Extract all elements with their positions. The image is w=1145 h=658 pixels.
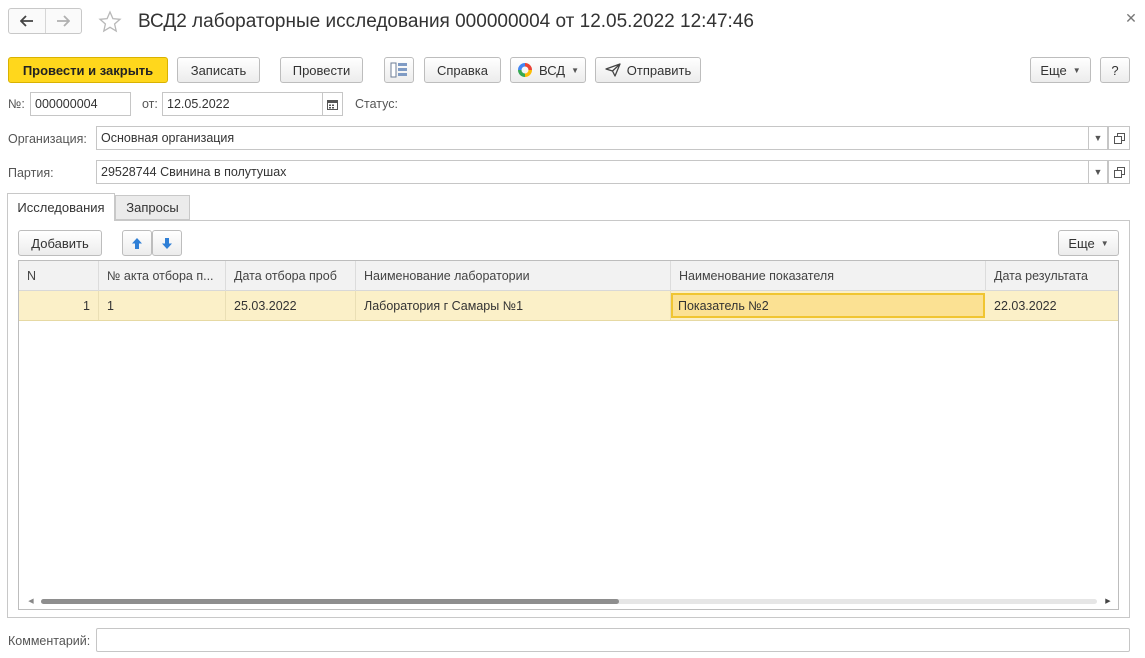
chevron-down-icon: ▼ bbox=[571, 65, 580, 75]
structure-button[interactable] bbox=[384, 57, 414, 83]
indicator-name-cell[interactable]: Показатель №2 bbox=[671, 293, 985, 318]
batch-dropdown-button[interactable]: ▼ bbox=[1088, 160, 1108, 184]
batch-label: Партия: bbox=[8, 166, 54, 180]
scroll-right-icon[interactable]: ▶ bbox=[1102, 595, 1114, 607]
table-row[interactable]: 1 1 25.03.2022 Лаборатория г Самары №1 П… bbox=[19, 291, 1118, 321]
save-button[interactable]: Записать bbox=[177, 57, 260, 83]
arrow-down-icon bbox=[162, 237, 172, 249]
laboratory-name-cell[interactable]: Лаборатория г Самары №1 bbox=[356, 291, 671, 320]
chevron-down-icon: ▼ bbox=[1100, 238, 1109, 248]
document-structure-icon bbox=[390, 62, 407, 78]
more-label: Еще bbox=[1040, 62, 1067, 78]
send-label: Отправить bbox=[626, 62, 692, 78]
arrow-right-icon bbox=[57, 15, 71, 27]
table-header: N № акта отбора п... Дата отбора проб На… bbox=[19, 261, 1118, 291]
number-label: №: bbox=[8, 97, 25, 111]
vsd-label: ВСД bbox=[538, 62, 566, 78]
table-more-label: Еще bbox=[1068, 235, 1095, 251]
scroll-track[interactable] bbox=[41, 599, 1097, 604]
column-header[interactable]: Наименование лаборатории bbox=[356, 261, 671, 291]
organization-open-button[interactable] bbox=[1108, 126, 1130, 150]
column-header[interactable]: № акта отбора п... bbox=[99, 261, 226, 291]
open-window-icon bbox=[1113, 166, 1125, 178]
row-number-cell[interactable]: 1 bbox=[19, 291, 99, 320]
chevron-down-icon: ▼ bbox=[1093, 133, 1103, 143]
column-header[interactable]: Дата отбора проб bbox=[226, 261, 356, 291]
close-button[interactable]: ✕ bbox=[1122, 8, 1140, 28]
arrow-left-icon bbox=[19, 15, 33, 27]
organization-dropdown-button[interactable]: ▼ bbox=[1088, 126, 1108, 150]
table-more-button[interactable]: Еще ▼ bbox=[1058, 230, 1119, 256]
star-icon bbox=[98, 10, 122, 33]
arrow-up-icon bbox=[132, 237, 142, 249]
organization-label: Организация: bbox=[8, 132, 87, 146]
number-input[interactable]: 000000004 bbox=[30, 92, 131, 116]
open-window-icon bbox=[1113, 132, 1125, 144]
column-header[interactable]: Дата результата bbox=[986, 261, 1118, 291]
batch-input[interactable]: 29528744 Свинина в полутушах bbox=[96, 160, 1089, 184]
move-up-button[interactable] bbox=[122, 230, 152, 256]
add-button[interactable]: Добавить bbox=[18, 230, 102, 256]
date-input[interactable]: 12.05.2022 bbox=[162, 92, 323, 116]
vsd-menu-button[interactable]: ВСД ▼ bbox=[510, 57, 586, 83]
comment-label: Комментарий: bbox=[8, 634, 91, 648]
tab-requests[interactable]: Запросы bbox=[115, 195, 190, 220]
send-button[interactable]: Отправить bbox=[595, 57, 701, 83]
horizontal-scrollbar[interactable]: ◀ ▶ bbox=[19, 593, 1118, 609]
forward-button[interactable] bbox=[44, 9, 82, 33]
scroll-thumb[interactable] bbox=[41, 599, 619, 604]
post-button[interactable]: Провести bbox=[280, 57, 363, 83]
column-header[interactable]: N bbox=[19, 261, 99, 291]
chevron-down-icon: ▼ bbox=[1072, 65, 1081, 75]
status-label: Статус: bbox=[355, 97, 398, 111]
more-actions-button[interactable]: Еще ▼ bbox=[1030, 57, 1091, 83]
help-button[interactable]: Справка bbox=[424, 57, 501, 83]
batch-open-button[interactable] bbox=[1108, 160, 1130, 184]
navigation-buttons bbox=[8, 8, 82, 34]
help-question-button[interactable]: ? bbox=[1100, 57, 1130, 83]
paper-plane-icon bbox=[605, 63, 621, 77]
chevron-down-icon: ▼ bbox=[1093, 167, 1103, 177]
scroll-left-icon[interactable]: ◀ bbox=[25, 595, 37, 607]
vsd-logo-icon bbox=[517, 63, 532, 77]
back-button[interactable] bbox=[9, 9, 45, 33]
calendar-icon bbox=[327, 99, 338, 110]
column-header[interactable]: Наименование показателя bbox=[671, 261, 986, 291]
act-number-cell[interactable]: 1 bbox=[99, 291, 226, 320]
close-icon: ✕ bbox=[1125, 9, 1137, 26]
tab-research[interactable]: Исследования bbox=[7, 193, 115, 221]
organization-input[interactable]: Основная организация bbox=[96, 126, 1089, 150]
post-and-close-button[interactable]: Провести и закрыть bbox=[8, 57, 168, 83]
move-down-button[interactable] bbox=[152, 230, 182, 256]
research-table: N № акта отбора п... Дата отбора проб На… bbox=[18, 260, 1119, 610]
favorite-button[interactable] bbox=[97, 8, 123, 36]
date-label: от: bbox=[142, 97, 158, 111]
page-title: ВСД2 лабораторные исследования 000000004… bbox=[138, 11, 754, 32]
result-date-cell[interactable]: 22.03.2022 bbox=[986, 291, 1118, 320]
sampling-date-cell[interactable]: 25.03.2022 bbox=[226, 291, 356, 320]
comment-input[interactable] bbox=[96, 628, 1130, 652]
calendar-button[interactable] bbox=[322, 92, 343, 116]
